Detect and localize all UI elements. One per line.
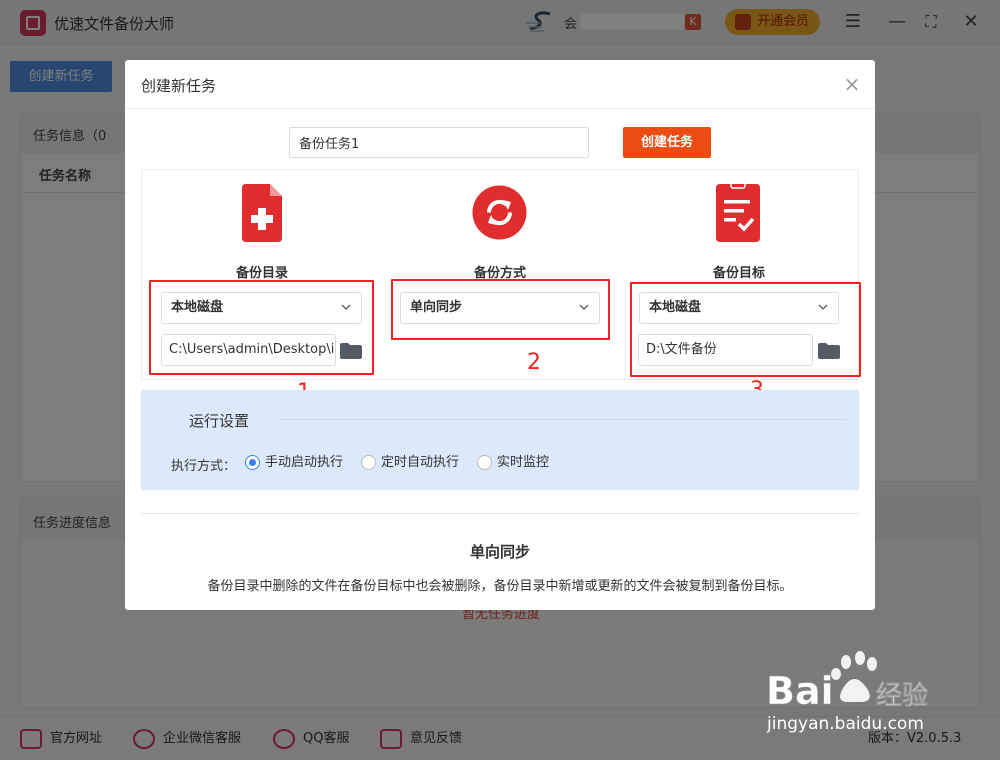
task-name-input[interactable] xyxy=(289,127,589,158)
dialog-close-icon[interactable]: × xyxy=(842,74,862,94)
mode-title: 单向同步 xyxy=(469,543,530,561)
source-label: 备份目录 xyxy=(235,266,288,281)
dialog-divider xyxy=(125,108,875,109)
annotation-box-2 xyxy=(391,279,610,340)
annotation-box-1 xyxy=(149,280,374,375)
sync-icon xyxy=(472,185,527,240)
svg-text:Bai: Bai xyxy=(766,669,834,713)
checklist-icon xyxy=(716,184,760,242)
radio-label: 定时自动执行 xyxy=(381,455,460,470)
radio-label: 实时监控 xyxy=(497,455,550,470)
dialog-divider-2 xyxy=(141,513,859,514)
radio-unchecked-icon xyxy=(361,455,376,470)
run-settings-title: 运行设置 xyxy=(189,412,250,430)
radio-unchecked-icon xyxy=(477,455,492,470)
exec-mode-label: 执行方式： xyxy=(171,459,237,474)
radio-manual[interactable]: 手动启动执行 xyxy=(245,454,343,472)
mode-description: 备份目录中删除的文件在备份目标中也会被删除，备份目录中新增或更新的文件会被复制到… xyxy=(207,579,793,594)
annotation-box-3 xyxy=(630,282,861,377)
run-settings-section: 运行设置 执行方式： 手动启动执行 定时自动执行 实时监控 xyxy=(141,390,859,490)
radio-label: 手动启动执行 xyxy=(265,455,344,470)
run-settings-rule xyxy=(277,419,847,420)
watermark-text: jingyan.baidu.com xyxy=(767,714,924,734)
target-label: 备份目标 xyxy=(712,266,765,281)
svg-text:经验: 经验 xyxy=(876,680,928,711)
radio-realtime[interactable]: 实时监控 xyxy=(477,454,549,472)
add-file-icon xyxy=(242,184,282,242)
annotation-number-2: 2 xyxy=(527,350,541,375)
create-task-dialog: 创建新任务 × 创建任务 备份目录 本地磁盘 C:\Users\admin\De… xyxy=(125,60,875,610)
radio-checked-icon xyxy=(245,455,260,470)
dialog-title: 创建新任务 xyxy=(141,77,217,95)
radio-scheduled[interactable]: 定时自动执行 xyxy=(361,454,459,472)
create-task-button[interactable]: 创建任务 xyxy=(623,127,711,158)
